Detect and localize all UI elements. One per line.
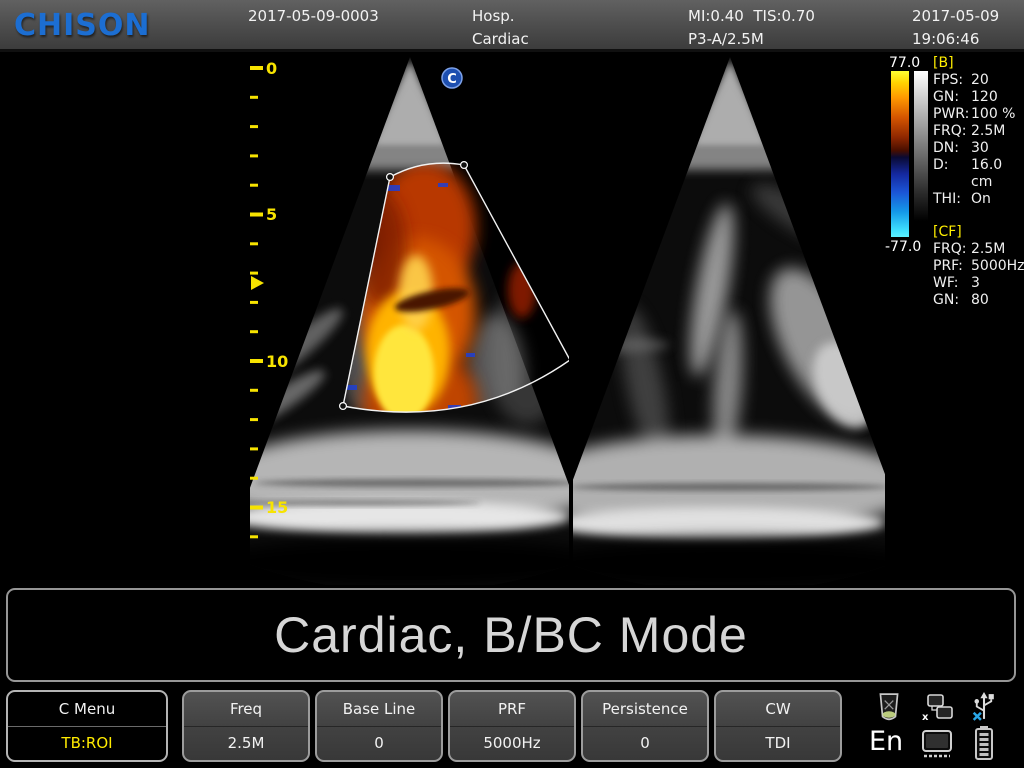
network-icon: x [920,694,954,722]
beaker-icon [876,692,902,722]
date-label: 2017-05-09 [912,5,999,28]
param-row: PRF:5000Hz [933,258,1024,275]
roi-handle-top-right[interactable] [461,162,468,169]
roi-handle-bottom-left[interactable] [340,403,347,410]
top-status-bar: CHISON 2017-05-09-0003 Hosp. Cardiac MI:… [0,0,1024,52]
usb-icon [972,691,996,722]
svg-text:x: x [922,712,929,722]
freq-button[interactable]: Freq 2.5M [182,690,310,762]
mode-parameters: [B] FPS:20 GN:120 PWR:100 % FRQ:2.5M DN:… [933,55,1024,309]
depth-label-15: 15 [266,498,288,517]
monitor-icon [920,730,954,760]
color-doppler-scale-bar [891,71,909,237]
prf-button[interactable]: PRF 5000Hz [448,690,576,762]
param-row: THI:On [933,191,1024,208]
dual-image-divider [569,55,573,585]
velocity-scale-max: 77.0 [889,55,920,71]
cf-mode-title: [CF] [933,224,1024,241]
velocity-scale-min: -77.0 [885,239,921,255]
parameter-panel: 77.0 -77.0 [B] FPS:20 GN:120 PWR:100 % F… [885,55,1024,585]
ultrasound-display: C [0,55,1024,585]
param-row: FRQ:2.5M [933,123,1024,140]
baseline-button[interactable]: Base Line 0 [315,690,443,762]
depth-label-10: 10 [266,352,288,371]
focus-marker [251,276,264,290]
ultrasound-image: C [0,55,1024,585]
cw-button[interactable]: CW TDI [714,690,842,762]
mode-message-bar: Cardiac, B/BC Mode [6,588,1016,682]
c-menu-button[interactable]: C Menu TB:ROI [6,690,168,762]
depth-label-0: 0 [266,59,277,78]
param-row: FPS:20 [933,72,1024,89]
soft-menu-bar: C Menu TB:ROI Freq 2.5M Base Line 0 PRF … [0,686,1024,768]
param-row: DN:30 [933,140,1024,157]
param-row: WF:3 [933,275,1024,292]
exam-id: 2017-05-09-0003 [248,5,379,28]
datetime-block: 2017-05-09 19:06:46 [912,5,999,51]
grayscale-bar [914,71,928,221]
roi-handle-top-left[interactable] [387,174,394,181]
param-row: D:16.0 cm [933,157,1024,191]
language-indicator: En [869,726,903,757]
persistence-button[interactable]: Persistence 0 [581,690,709,762]
mi-tis-label: MI:0.40 TIS:0.70 [688,5,815,28]
ultrasound-system-screen: { "header": { "logo": "CHISON", "exam_id… [0,0,1024,768]
exam-preset-label: Cardiac [472,28,529,51]
param-row: FRQ:2.5M [933,241,1024,258]
orientation-marker-letter: C [447,72,457,87]
right-b-image [520,57,940,585]
orientation-marker: C [442,68,462,88]
param-row: PWR:100 % [933,106,1024,123]
probe-label: P3-A/2.5M [688,28,815,51]
battery-icon [974,726,994,760]
hospital-preset-block: Hosp. Cardiac [472,5,529,51]
param-row: GN:80 [933,292,1024,309]
time-label: 19:06:46 [912,28,999,51]
mode-message-text: Cardiac, B/BC Mode [274,606,748,664]
depth-label-5: 5 [266,205,277,224]
param-row: GN:120 [933,89,1024,106]
acoustic-output-block: MI:0.40 TIS:0.70 P3-A/2.5M [688,5,815,51]
b-mode-title: [B] [933,55,1024,72]
hospital-label: Hosp. [472,5,529,28]
chison-logo: CHISON [14,8,151,43]
